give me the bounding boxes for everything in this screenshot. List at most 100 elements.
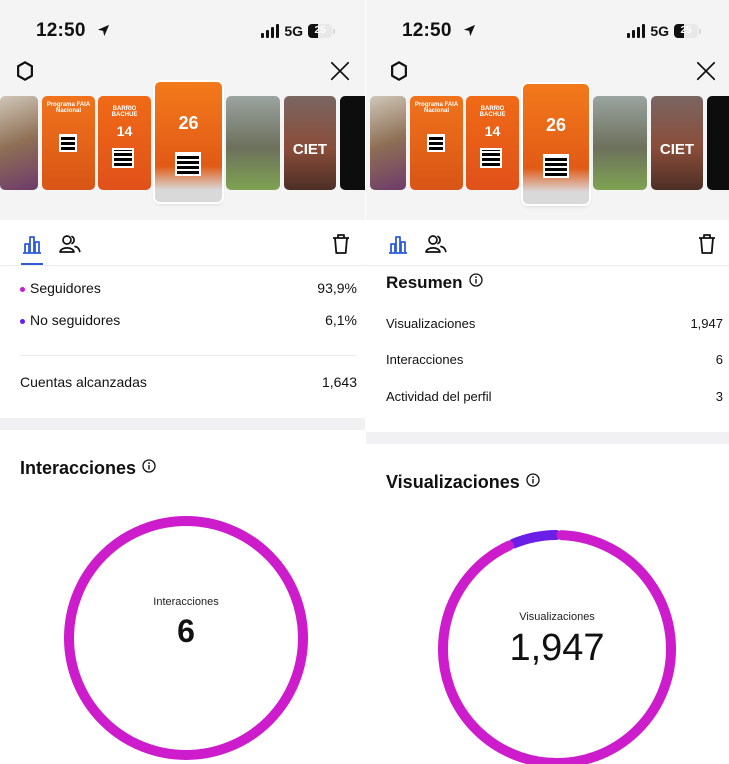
post-thumbnail[interactable] xyxy=(340,96,365,190)
views-donut: Visualizaciones 1,947 xyxy=(437,529,677,764)
thumbnail-date: 26 xyxy=(178,113,199,133)
views-title: Visualizaciones xyxy=(386,472,520,492)
post-thumbnail[interactable]: BARRIO BACHUE 14 xyxy=(98,96,151,190)
section-divider xyxy=(366,432,729,444)
thumbnail-caption: Programa FAIA Nacional xyxy=(46,102,91,115)
non-followers-row: No seguidores 6,1% xyxy=(20,312,357,328)
battery-level: 25 xyxy=(314,25,326,36)
active-tab-indicator xyxy=(21,263,43,265)
battery-icon: 25 xyxy=(674,24,701,38)
post-thumbnail[interactable] xyxy=(0,96,38,190)
summary-row-value: 6 xyxy=(715,352,723,367)
section-divider xyxy=(0,418,365,430)
post-thumbnail[interactable]: CIET xyxy=(284,96,336,190)
summary-row-label: Interacciones xyxy=(386,352,464,367)
summary-row-views: Visualizaciones 1,947 xyxy=(386,316,723,331)
battery-level: 25 xyxy=(680,25,692,36)
insights-tabs xyxy=(0,222,365,266)
thumbnail-caption: CIET xyxy=(292,141,328,158)
settings-icon[interactable] xyxy=(388,60,410,82)
donut-value: 6 xyxy=(177,613,195,649)
audience-icon[interactable] xyxy=(58,232,82,256)
summary-title: Resumen xyxy=(386,273,483,293)
right-panel: 12:50 5G 25 Programa FAIA Nacional BARRI… xyxy=(366,0,729,764)
summary-title-text: Resumen xyxy=(386,273,463,292)
battery-icon: 25 xyxy=(308,24,335,38)
non-followers-value: 6,1% xyxy=(325,312,357,328)
thumbnail-caption: CIET xyxy=(659,141,695,158)
navigation-arrow-icon xyxy=(98,25,110,37)
post-thumbnail[interactable]: Programa FAIA Nacional xyxy=(410,96,463,190)
post-thumbnail[interactable] xyxy=(226,96,280,190)
thumbnail-caption: Programa FAIA Nacional xyxy=(414,102,459,115)
post-thumbnail-selected[interactable]: 26 xyxy=(523,84,589,204)
reach-row: Cuentas alcanzadas 1,643 xyxy=(20,374,357,390)
trash-icon[interactable] xyxy=(697,232,717,256)
post-header: 12:50 5G 25 Programa FAIA Nacional BARRI… xyxy=(0,0,365,220)
post-header: 12:50 5G 25 Programa FAIA Nacional BARRI… xyxy=(366,0,729,220)
trash-icon[interactable] xyxy=(331,232,351,256)
status-time: 12:50 xyxy=(36,20,110,42)
info-icon[interactable] xyxy=(468,273,483,287)
post-thumbnail-selected[interactable]: 26 xyxy=(155,82,222,202)
left-panel: 12:50 5G 25 Programa FAIA Nacional BARRI… xyxy=(0,0,365,764)
donut-label: Interacciones xyxy=(153,596,219,608)
navigation-arrow-icon xyxy=(464,25,476,37)
donut-segment-non-followers xyxy=(508,530,562,549)
summary-row-label: Actividad del perfil xyxy=(386,389,492,404)
non-followers-dot xyxy=(20,318,25,324)
post-thumbnail[interactable]: Programa FAIA Nacional xyxy=(42,96,95,190)
status-bar: 12:50 5G 25 xyxy=(366,20,729,44)
status-indicators: 5G 25 xyxy=(627,23,701,39)
signal-icon xyxy=(261,24,280,38)
non-followers-label: No seguidores xyxy=(30,312,121,328)
post-thumbnail[interactable] xyxy=(370,96,406,190)
post-carousel[interactable]: Programa FAIA Nacional BARRIO BACHUE 14 … xyxy=(0,82,365,206)
status-time: 12:50 xyxy=(402,20,476,42)
thumbnail-date: 14 xyxy=(116,123,133,139)
thumbnail-caption: BARRIO BACHUE xyxy=(111,106,138,119)
summary-row-value: 1,947 xyxy=(690,316,723,331)
post-thumbnail[interactable] xyxy=(593,96,647,190)
followers-label: Seguidores xyxy=(30,280,101,296)
info-icon[interactable] xyxy=(526,473,540,487)
signal-icon xyxy=(627,24,646,38)
interactions-title: Interacciones xyxy=(20,458,137,478)
donut-value: 1,947 xyxy=(509,627,605,669)
info-icon[interactable] xyxy=(142,459,156,473)
post-thumbnail[interactable]: BARRIO BACHUE 14 xyxy=(466,96,519,190)
post-carousel[interactable]: Programa FAIA Nacional BARRIO BACHUE 14 … xyxy=(366,82,729,206)
section-title: Visualizaciones xyxy=(386,472,540,493)
settings-icon[interactable] xyxy=(14,60,36,82)
donut-label: Visualizaciones xyxy=(519,611,595,623)
divider xyxy=(20,355,357,356)
interactions-donut: Interacciones 6 xyxy=(63,515,309,761)
section-title: Interacciones xyxy=(20,458,156,479)
audience-icon[interactable] xyxy=(424,232,448,256)
bar-chart-icon[interactable] xyxy=(20,232,44,256)
followers-dot xyxy=(20,286,25,292)
bar-chart-icon[interactable] xyxy=(386,232,410,256)
thumbnail-date: 14 xyxy=(484,123,501,139)
status-indicators: 5G 25 xyxy=(261,23,335,39)
post-thumbnail[interactable]: CIET xyxy=(651,96,703,190)
close-icon[interactable] xyxy=(329,60,351,82)
summary-row-profile-activity: Actividad del perfil 3 xyxy=(386,389,723,404)
summary-row-value: 3 xyxy=(715,389,723,404)
thumbnail-caption: BARRIO BACHUE xyxy=(479,106,506,119)
post-thumbnail[interactable] xyxy=(707,96,729,190)
insights-tabs xyxy=(366,222,729,266)
summary-row-label: Visualizaciones xyxy=(386,316,476,331)
close-icon[interactable] xyxy=(695,60,717,82)
network-type: 5G xyxy=(650,23,669,39)
followers-value: 93,9% xyxy=(317,280,357,296)
summary-row-interactions: Interacciones 6 xyxy=(386,352,723,367)
network-type: 5G xyxy=(284,23,303,39)
reach-label: Cuentas alcanzadas xyxy=(20,374,147,390)
status-bar: 12:50 5G 25 xyxy=(0,20,365,44)
status-time-text: 12:50 xyxy=(36,20,86,41)
status-time-text: 12:50 xyxy=(402,20,452,41)
followers-row: Seguidores 93,9% xyxy=(20,280,357,296)
reach-value: 1,643 xyxy=(321,374,357,390)
thumbnail-date: 26 xyxy=(545,115,567,135)
